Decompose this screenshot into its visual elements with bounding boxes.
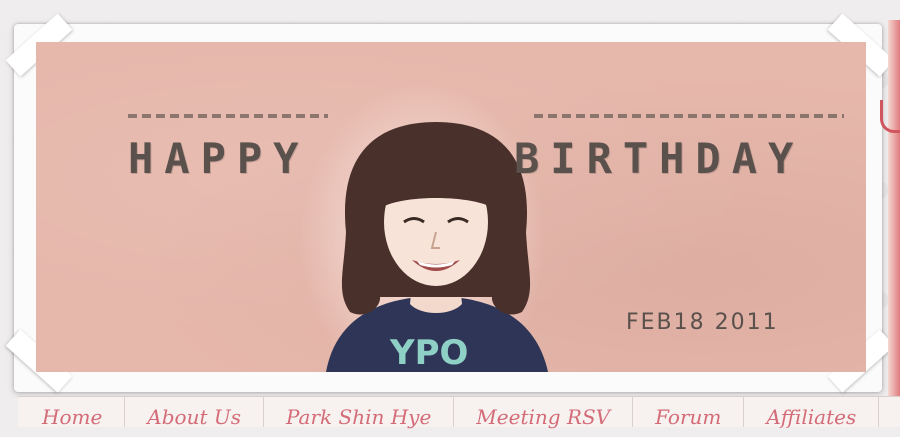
nav-item-affiliates[interactable]: Affiliates — [744, 397, 880, 429]
main-navigation: Home About Us Park Shin Hye Meeting RSV … — [18, 396, 900, 429]
nav-item-meeting-rsv[interactable]: Meeting RSV — [454, 397, 634, 429]
nav-item-forum[interactable]: Forum — [633, 397, 745, 429]
side-ribbon — [888, 20, 900, 400]
nav-item-about-us[interactable]: About Us — [125, 397, 264, 429]
shirt-graphic-text: YPO — [389, 333, 468, 372]
banner-title-happy: HAPPY — [128, 134, 310, 183]
birthday-banner: YPO HAPPY BIRTHDAY FEB18 2011 — [36, 42, 866, 372]
banner-date: FEB18 2011 — [626, 310, 779, 335]
nav-item-home[interactable]: Home — [18, 397, 126, 429]
banner-title-birthday: BIRTHDAY — [514, 134, 805, 183]
portrait-image: YPO — [326, 122, 548, 372]
ribbon-curl — [880, 100, 900, 133]
nav-item-park-shin-hye[interactable]: Park Shin Hye — [264, 397, 455, 429]
